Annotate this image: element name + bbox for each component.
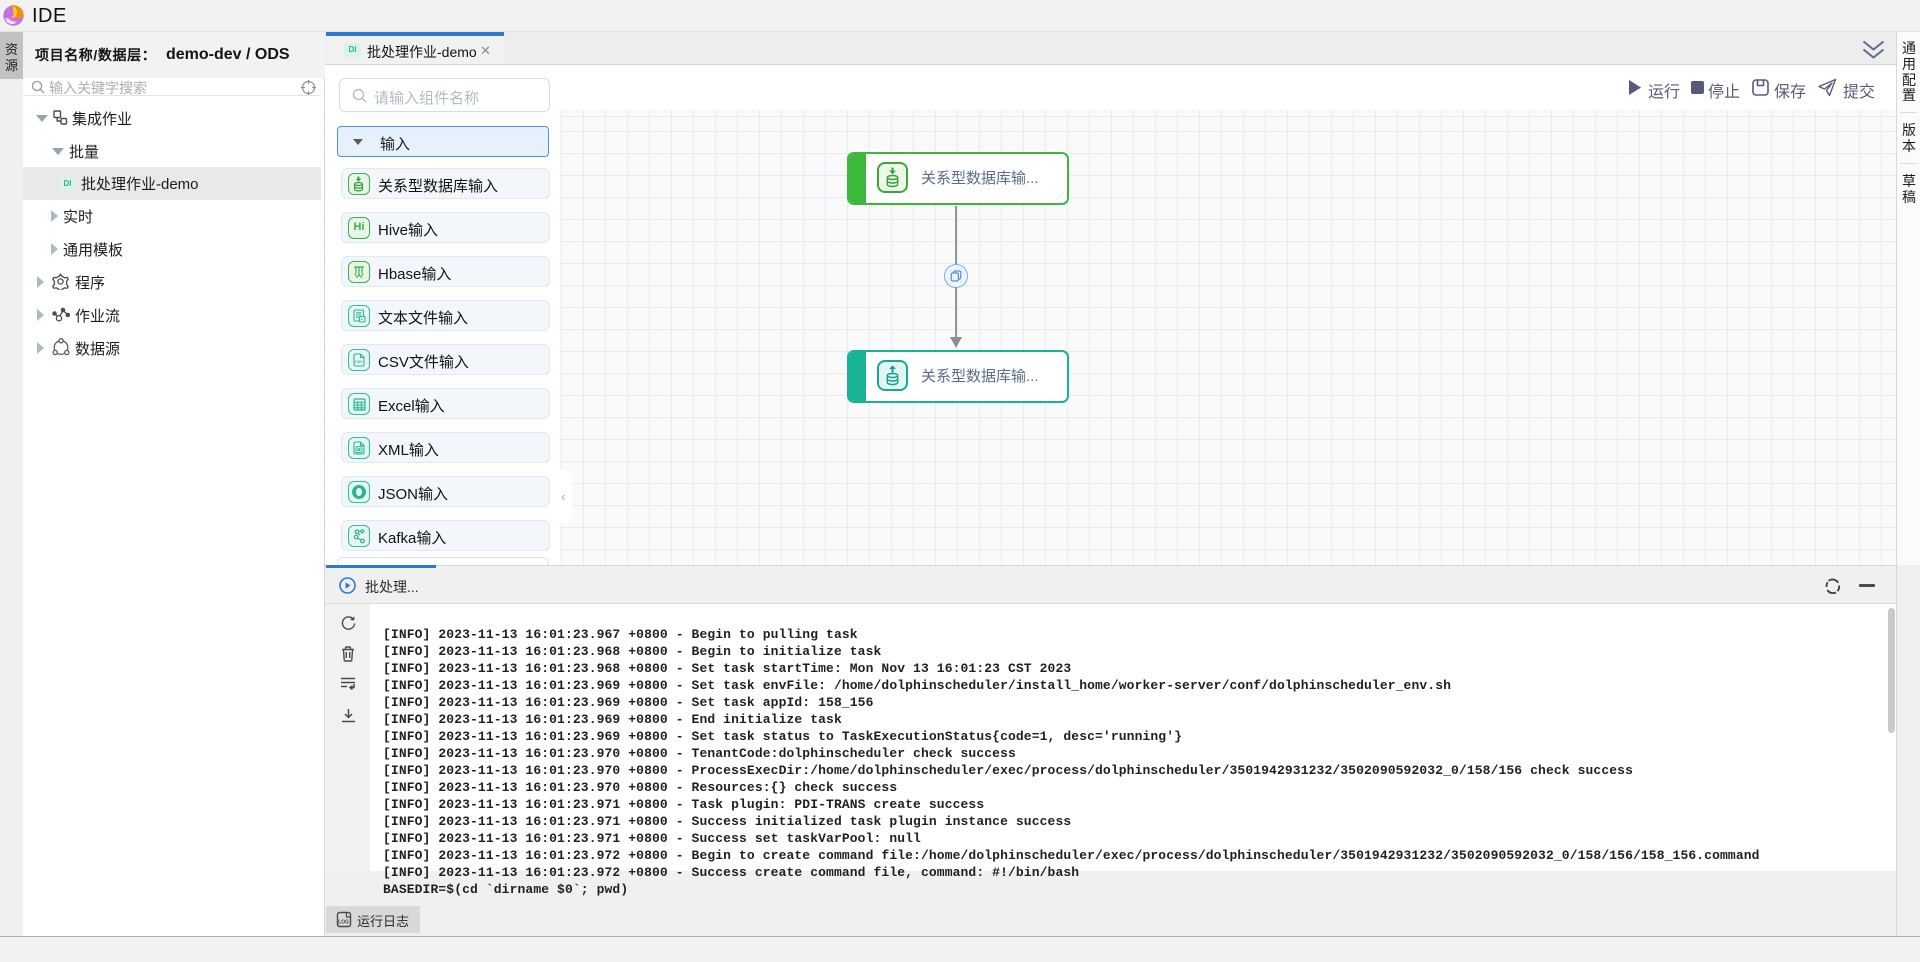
svg-text:CSV: CSV — [355, 360, 363, 364]
svg-text:LOG: LOG — [338, 920, 349, 926]
